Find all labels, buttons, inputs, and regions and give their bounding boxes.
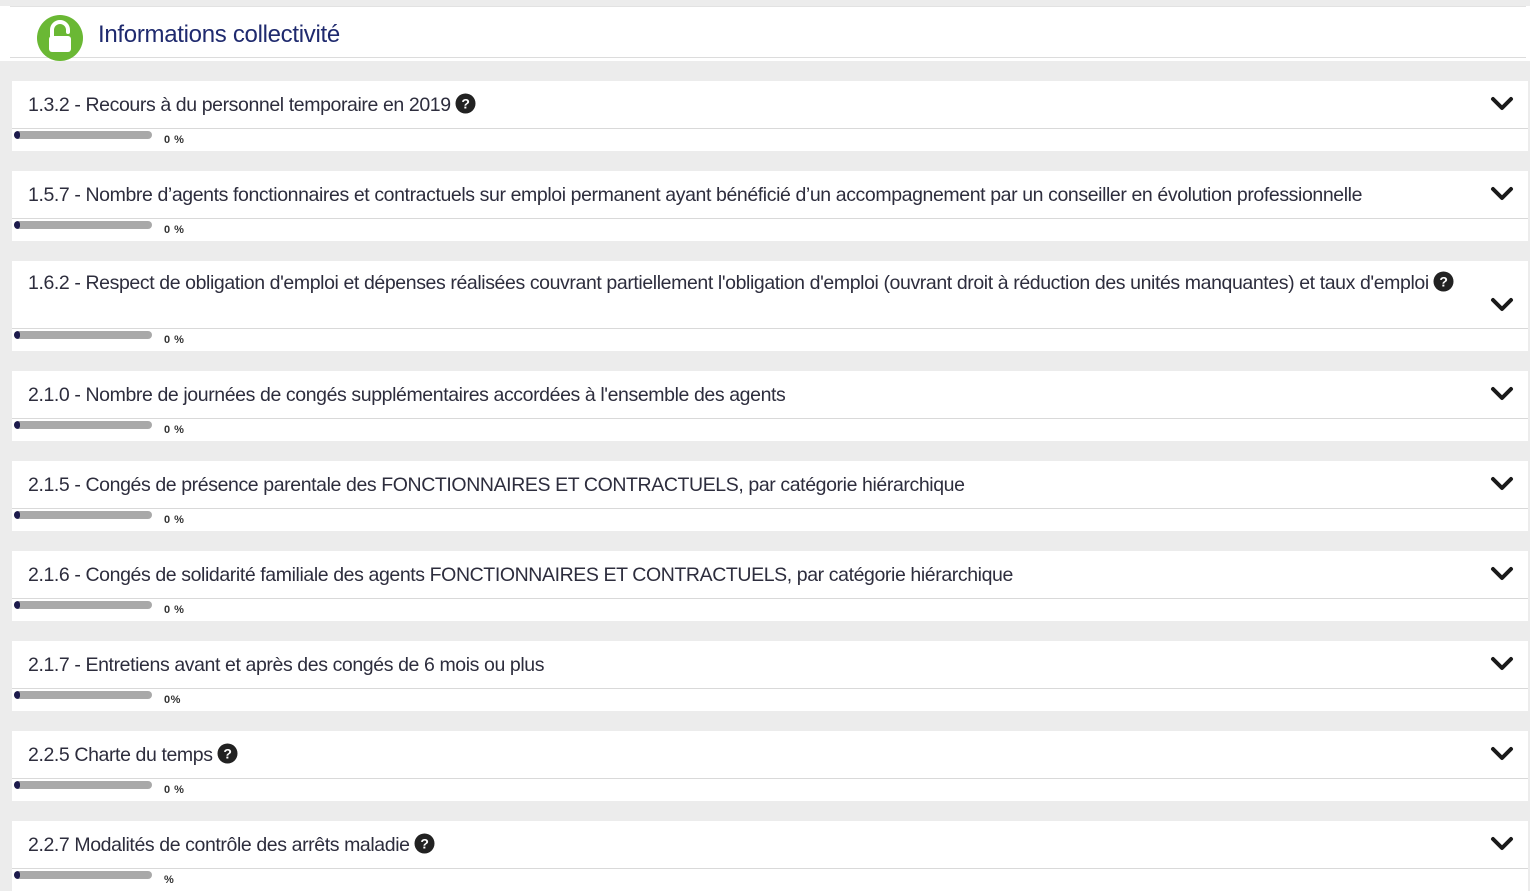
indicator-list: 1.3.2 - Recours à du personnel temporair… bbox=[0, 61, 1530, 891]
progress-bar bbox=[14, 511, 152, 519]
progress-bar bbox=[14, 221, 152, 229]
progress-row: 0% bbox=[12, 689, 1528, 711]
accordion-header[interactable]: 2.1.5 - Congés de présence parentale des… bbox=[12, 461, 1528, 509]
chevron-down-icon[interactable] bbox=[1490, 297, 1514, 313]
svg-text:?: ? bbox=[1439, 274, 1447, 290]
indicator-title: 2.1.6 - Congés de solidarité familiale d… bbox=[28, 563, 1458, 587]
progress-bar bbox=[14, 131, 152, 139]
indicator-title-text: 2.2.5 Charte du temps bbox=[28, 744, 213, 766]
progress-fill bbox=[14, 421, 20, 429]
progress-row: 0 % bbox=[12, 219, 1528, 241]
accordion-header[interactable]: 1.6.2 - Respect de obligation d'emploi e… bbox=[12, 261, 1528, 329]
progress-label: 0 % bbox=[164, 224, 185, 236]
help-icon[interactable]: ? bbox=[1433, 271, 1454, 292]
svg-text:?: ? bbox=[223, 746, 231, 762]
progress-bar bbox=[14, 871, 152, 879]
progress-label: 0% bbox=[164, 694, 181, 706]
indicator-section: 2.2.7 Modalités de contrôle des arrêts m… bbox=[0, 801, 1530, 891]
indicator-title-text: 1.5.7 - Nombre d’agents fonctionnaires e… bbox=[28, 184, 1363, 206]
chevron-down-icon[interactable] bbox=[1490, 746, 1514, 762]
accordion-header[interactable]: 2.1.6 - Congés de solidarité familiale d… bbox=[12, 551, 1528, 599]
indicator-title: 1.5.7 - Nombre d’agents fonctionnaires e… bbox=[28, 183, 1458, 207]
help-icon[interactable]: ? bbox=[217, 743, 238, 764]
chevron-down-icon[interactable] bbox=[1490, 836, 1514, 852]
lock-open-icon bbox=[37, 15, 83, 61]
progress-row: 0 % bbox=[12, 599, 1528, 621]
page-header: Informations collectivité bbox=[10, 6, 1526, 61]
accordion-header[interactable]: 2.1.7 - Entretiens avant et après des co… bbox=[12, 641, 1528, 689]
progress-bar bbox=[14, 601, 152, 609]
accordion-header[interactable]: 2.2.7 Modalités de contrôle des arrêts m… bbox=[12, 821, 1528, 869]
indicator-title: 2.1.0 - Nombre de journées de congés sup… bbox=[28, 383, 1458, 407]
progress-row: 0 % bbox=[12, 779, 1528, 801]
progress-label: 0 % bbox=[164, 514, 185, 526]
chevron-down-icon[interactable] bbox=[1490, 186, 1514, 202]
page-title: Informations collectivité bbox=[98, 21, 340, 48]
chevron-down-icon[interactable] bbox=[1490, 386, 1514, 402]
indicator-section: 1.5.7 - Nombre d’agents fonctionnaires e… bbox=[0, 151, 1530, 241]
chevron-down-icon[interactable] bbox=[1490, 566, 1514, 582]
progress-label: 0 % bbox=[164, 334, 185, 346]
indicator-title: 2.2.7 Modalités de contrôle des arrêts m… bbox=[28, 833, 1458, 857]
indicator-title: 2.1.7 - Entretiens avant et après des co… bbox=[28, 653, 1458, 677]
indicator-section: 2.1.5 - Congés de présence parentale des… bbox=[0, 441, 1530, 531]
progress-bar bbox=[14, 781, 152, 789]
svg-text:?: ? bbox=[461, 96, 469, 112]
indicator-section: 2.2.5 Charte du temps? 0 % bbox=[0, 711, 1530, 801]
indicator-title: 1.3.2 - Recours à du personnel temporair… bbox=[28, 93, 1458, 117]
svg-text:?: ? bbox=[420, 836, 428, 852]
progress-bar bbox=[14, 331, 152, 339]
accordion-header[interactable]: 2.2.5 Charte du temps? bbox=[12, 731, 1528, 779]
chevron-down-icon[interactable] bbox=[1490, 656, 1514, 672]
indicator-title-text: 2.1.0 - Nombre de journées de congés sup… bbox=[28, 384, 786, 406]
indicator-title-text: 1.3.2 - Recours à du personnel temporair… bbox=[28, 94, 451, 116]
progress-fill bbox=[14, 331, 20, 339]
progress-row: 0 % bbox=[12, 509, 1528, 531]
indicator-title-text: 2.1.7 - Entretiens avant et après des co… bbox=[28, 654, 545, 676]
indicator-section: 1.6.2 - Respect de obligation d'emploi e… bbox=[0, 241, 1530, 351]
progress-fill bbox=[14, 781, 20, 789]
indicator-title-text: 2.1.5 - Congés de présence parentale des… bbox=[28, 474, 965, 496]
indicator-title: 2.1.5 - Congés de présence parentale des… bbox=[28, 473, 1458, 497]
chevron-down-icon[interactable] bbox=[1490, 96, 1514, 112]
progress-label: 0 % bbox=[164, 134, 185, 146]
progress-fill bbox=[14, 691, 20, 699]
progress-row: 0 % bbox=[12, 419, 1528, 441]
chevron-down-icon[interactable] bbox=[1490, 476, 1514, 492]
progress-row: 0 % bbox=[12, 329, 1528, 351]
indicator-section: 2.1.0 - Nombre de journées de congés sup… bbox=[0, 351, 1530, 441]
progress-fill bbox=[14, 511, 20, 519]
accordion-header[interactable]: 2.1.0 - Nombre de journées de congés sup… bbox=[12, 371, 1528, 419]
progress-label: 0 % bbox=[164, 604, 185, 616]
indicator-title-text: 2.2.7 Modalités de contrôle des arrêts m… bbox=[28, 834, 410, 856]
indicator-section: 1.3.2 - Recours à du personnel temporair… bbox=[0, 61, 1530, 151]
progress-fill bbox=[14, 131, 20, 139]
indicator-title: 1.6.2 - Respect de obligation d'emploi e… bbox=[28, 271, 1458, 295]
indicator-section: 2.1.6 - Congés de solidarité familiale d… bbox=[0, 531, 1530, 621]
accordion-header[interactable]: 1.3.2 - Recours à du personnel temporair… bbox=[12, 81, 1528, 129]
accordion-header[interactable]: 1.5.7 - Nombre d’agents fonctionnaires e… bbox=[12, 171, 1528, 219]
progress-label: 0 % bbox=[164, 784, 185, 796]
indicator-section: 2.1.7 - Entretiens avant et après des co… bbox=[0, 621, 1530, 711]
progress-row: 0 % bbox=[12, 129, 1528, 151]
progress-label: % bbox=[164, 874, 175, 886]
progress-bar bbox=[14, 421, 152, 429]
indicator-title-text: 2.1.6 - Congés de solidarité familiale d… bbox=[28, 564, 1013, 586]
progress-bar bbox=[14, 691, 152, 699]
progress-label: 0 % bbox=[164, 424, 185, 436]
progress-fill bbox=[14, 871, 20, 879]
progress-row: % bbox=[12, 869, 1528, 891]
indicator-title: 2.2.5 Charte du temps? bbox=[28, 743, 1458, 767]
progress-fill bbox=[14, 601, 20, 609]
indicator-title-text: 1.6.2 - Respect de obligation d'emploi e… bbox=[28, 272, 1429, 294]
help-icon[interactable]: ? bbox=[414, 833, 435, 854]
help-icon[interactable]: ? bbox=[455, 93, 476, 114]
progress-fill bbox=[14, 221, 20, 229]
